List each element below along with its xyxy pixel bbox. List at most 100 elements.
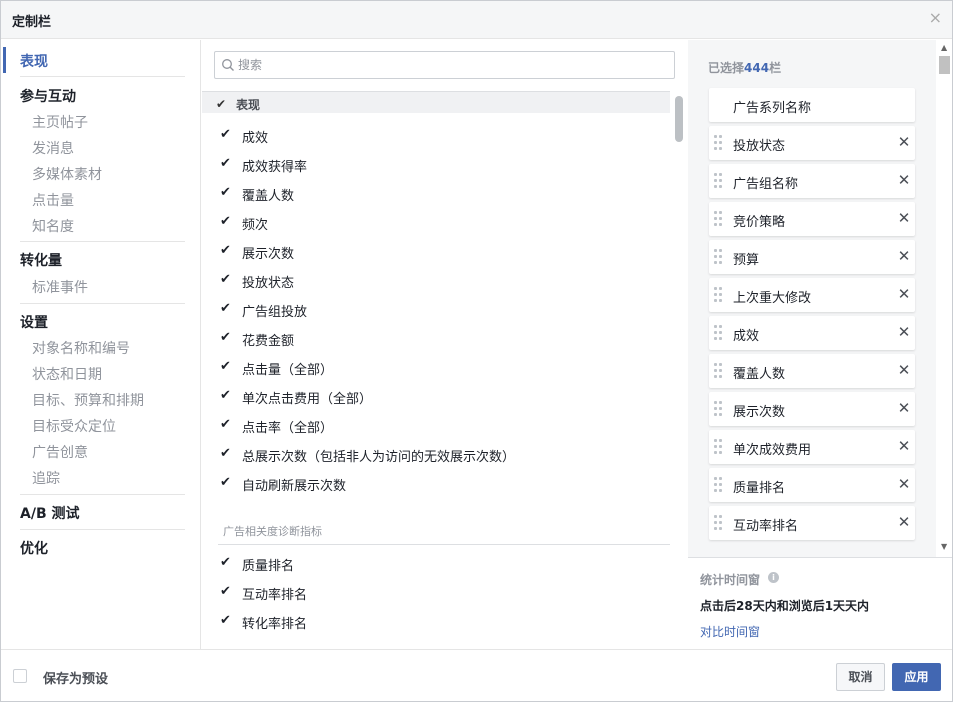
- drag-handle-icon[interactable]: [714, 135, 724, 151]
- metric-checkbox[interactable]: ✔: [220, 186, 234, 200]
- metric-checkbox[interactable]: ✔: [220, 215, 234, 229]
- remove-column-icon[interactable]: ✕: [897, 248, 911, 264]
- selected-column-item[interactable]: 覆盖人数 ✕: [709, 354, 915, 388]
- metrics-scrollbar[interactable]: [675, 96, 683, 142]
- nav-divider: [20, 241, 185, 242]
- nav-section-engagement[interactable]: 参与互动: [20, 86, 76, 106]
- metric-label: 花费金额: [242, 334, 295, 349]
- apply-button[interactable]: 应用: [892, 663, 941, 691]
- selected-column-item[interactable]: 质量排名 ✕: [709, 468, 915, 502]
- metric-checkbox[interactable]: ✔: [220, 273, 234, 287]
- attribution-label: 统计时间窗: [700, 573, 761, 587]
- drag-handle-icon[interactable]: [714, 211, 724, 227]
- section-divider: [218, 544, 670, 545]
- nav-section-optimization[interactable]: 优化: [20, 538, 48, 558]
- nav-item-media[interactable]: 多媒体素材: [32, 164, 102, 184]
- drag-handle-icon[interactable]: [714, 477, 724, 493]
- cancel-button[interactable]: 取消: [836, 663, 885, 691]
- nav-divider: [20, 494, 185, 495]
- remove-column-icon[interactable]: ✕: [897, 324, 911, 340]
- save-preset-label: 保存为预设: [43, 672, 109, 687]
- nav-section-ab-test[interactable]: A/B 测试: [20, 503, 80, 523]
- selected-column-item[interactable]: 展示次数 ✕: [709, 392, 915, 426]
- drag-handle-icon[interactable]: [714, 363, 724, 379]
- metric-checkbox[interactable]: ✔: [220, 476, 234, 490]
- nav-section-settings[interactable]: 设置: [20, 312, 48, 332]
- remove-column-icon[interactable]: ✕: [897, 134, 911, 150]
- scroll-down-icon[interactable]: ▼: [941, 542, 947, 551]
- selected-column-item[interactable]: 广告系列名称: [709, 88, 915, 122]
- close-icon[interactable]: ×: [929, 9, 942, 27]
- metric-checkbox[interactable]: ✔: [220, 157, 234, 171]
- metric-label: 成效: [242, 131, 269, 146]
- selected-column-item[interactable]: 单次成效费用 ✕: [709, 430, 915, 464]
- nav-item-creative[interactable]: 广告创意: [32, 442, 88, 462]
- search-box[interactable]: [214, 51, 675, 79]
- group-checkbox[interactable]: ✔: [216, 97, 226, 111]
- attribution-value: 点击后28天内和浏览后1天天内: [700, 599, 870, 613]
- info-icon[interactable]: i: [768, 572, 779, 583]
- remove-column-icon[interactable]: ✕: [897, 438, 911, 454]
- metric-checkbox[interactable]: ✔: [220, 556, 234, 570]
- column-label: 覆盖人数: [733, 367, 786, 382]
- selected-column-item[interactable]: 广告组名称 ✕: [709, 164, 915, 198]
- remove-column-icon[interactable]: ✕: [897, 172, 911, 188]
- nav-item-targeting[interactable]: 目标受众定位: [32, 416, 116, 436]
- remove-column-icon[interactable]: ✕: [897, 286, 911, 302]
- metric-checkbox[interactable]: ✔: [220, 360, 234, 374]
- metric-checkbox[interactable]: ✔: [220, 302, 234, 316]
- remove-column-icon[interactable]: ✕: [897, 476, 911, 492]
- nav-item-goal-budget[interactable]: 目标、预算和排期: [32, 390, 144, 410]
- nav-item-clicks[interactable]: 点击量: [32, 190, 74, 210]
- nav-item-standard-events[interactable]: 标准事件: [32, 277, 88, 297]
- column-label: 互动率排名: [733, 519, 799, 534]
- metric-checkbox[interactable]: ✔: [220, 585, 234, 599]
- column-label: 竞价策略: [733, 215, 786, 230]
- metrics-group-header[interactable]: ✔ 表现: [202, 91, 670, 113]
- scroll-up-icon[interactable]: ▲: [941, 43, 947, 52]
- scroll-thumb[interactable]: [939, 56, 950, 74]
- remove-column-icon[interactable]: ✕: [897, 362, 911, 378]
- nav-item-status-dates[interactable]: 状态和日期: [32, 364, 102, 384]
- drag-handle-icon[interactable]: [714, 515, 724, 531]
- columns-scrollbar[interactable]: ▲ ▼: [937, 40, 952, 557]
- column-label: 上次重大修改: [733, 291, 812, 306]
- remove-column-icon[interactable]: ✕: [897, 514, 911, 530]
- selected-column-item[interactable]: 投放状态 ✕: [709, 126, 915, 160]
- drag-handle-icon[interactable]: [714, 439, 724, 455]
- nav-item-tracking[interactable]: 追踪: [32, 468, 60, 488]
- drag-handle-icon[interactable]: [714, 249, 724, 265]
- nav-section-conversions[interactable]: 转化量: [20, 250, 62, 270]
- selected-column-item[interactable]: 成效 ✕: [709, 316, 915, 350]
- selected-column-item[interactable]: 预算 ✕: [709, 240, 915, 274]
- save-preset-checkbox[interactable]: [13, 669, 27, 683]
- metric-checkbox[interactable]: ✔: [220, 331, 234, 345]
- metric-checkbox[interactable]: ✔: [220, 389, 234, 403]
- metric-label: 覆盖人数: [242, 189, 295, 204]
- nav-item-awareness[interactable]: 知名度: [32, 216, 74, 236]
- nav-item-object-names[interactable]: 对象名称和编号: [32, 338, 130, 358]
- metric-label: 投放状态: [242, 276, 295, 291]
- nav-section-performance[interactable]: 表现: [20, 51, 48, 71]
- drag-handle-icon[interactable]: [714, 173, 724, 189]
- selected-column-item[interactable]: 竞价策略 ✕: [709, 202, 915, 236]
- metric-checkbox[interactable]: ✔: [220, 614, 234, 628]
- drag-handle-icon[interactable]: [714, 325, 724, 341]
- metric-checkbox[interactable]: ✔: [220, 244, 234, 258]
- selected-column-item[interactable]: 互动率排名 ✕: [709, 506, 915, 540]
- drag-handle-icon[interactable]: [714, 401, 724, 417]
- compare-windows-link[interactable]: 对比时间窗: [700, 623, 760, 640]
- metric-checkbox[interactable]: ✔: [220, 447, 234, 461]
- selected-column-item[interactable]: 上次重大修改 ✕: [709, 278, 915, 312]
- drag-handle-icon[interactable]: [714, 287, 724, 303]
- diagnostics-section-header: 广告相关度诊断指标: [223, 525, 322, 538]
- remove-column-icon[interactable]: ✕: [897, 210, 911, 226]
- nav-divider: [20, 529, 185, 530]
- search-input[interactable]: [238, 55, 658, 75]
- remove-column-icon[interactable]: ✕: [897, 400, 911, 416]
- nav-item-messaging[interactable]: 发消息: [32, 138, 74, 158]
- nav-item-page-posts[interactable]: 主页帖子: [32, 112, 88, 132]
- metric-checkbox[interactable]: ✔: [220, 128, 234, 142]
- metric-label: 成效获得率: [242, 160, 308, 175]
- metric-checkbox[interactable]: ✔: [220, 418, 234, 432]
